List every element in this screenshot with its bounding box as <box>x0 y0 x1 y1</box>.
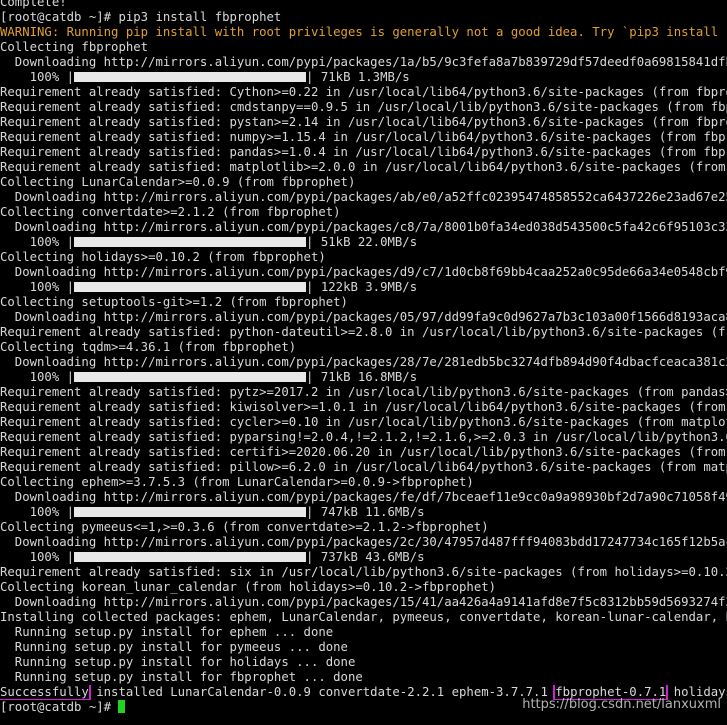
terminal-line: Requirement already satisfied: numpy>=1.… <box>0 130 727 144</box>
successfully-highlight: Successfully <box>0 685 91 700</box>
terminal-line: Collecting korean_lunar_calendar (from h… <box>0 580 497 594</box>
progress-bar <box>74 237 307 247</box>
terminal-line: Requirement already satisfied: Cython>=0… <box>0 85 727 99</box>
terminal-line: Downloading http://mirrors.aliyun.com/py… <box>0 535 727 549</box>
text-cursor <box>118 700 126 713</box>
terminal-line: Requirement already satisfied: pytz>=201… <box>0 385 727 399</box>
terminal-line: Collecting LunarCalendar>=0.0.9 (from fb… <box>0 175 356 189</box>
progress-line: 100% | | 122kB 3.9MB/s <box>0 280 727 295</box>
terminal-line: Downloading http://mirrors.aliyun.com/py… <box>0 355 727 369</box>
terminal-line: Requirement already satisfied: matplotli… <box>0 160 727 174</box>
progress-stats: | 71kB 1.3MB/s <box>306 70 410 84</box>
progress-bar <box>74 282 307 292</box>
terminal-line: Running setup.py install for holidays ..… <box>0 655 356 669</box>
terminal-line: Downloading http://mirrors.aliyun.com/py… <box>0 310 727 324</box>
terminal-line: Downloading http://mirrors.aliyun.com/py… <box>0 595 727 609</box>
terminal-output[interactable]: Complete! [root@catdb ~]# pip3 install fb… <box>0 0 727 715</box>
progress-percent: 100% | <box>0 70 75 84</box>
terminal-line: Collecting fbprophet <box>0 40 149 54</box>
warning-line: WARNING: Running pip install with root p… <box>0 25 727 39</box>
progress-percent: 100% | <box>0 550 75 564</box>
progress-stats: | 747kB 11.6MB/s <box>306 505 425 519</box>
terminal-line: Downloading http://mirrors.aliyun.com/py… <box>0 490 727 504</box>
terminal-line: Requirement already satisfied: cycler>=0… <box>0 415 727 429</box>
progress-bar <box>74 507 307 517</box>
terminal-line: Installing collected packages: ephem, Lu… <box>0 610 727 624</box>
progress-line: 100% | | 737kB 43.6MB/s <box>0 550 727 565</box>
terminal-line: Downloading http://mirrors.aliyun.com/py… <box>0 265 727 279</box>
terminal-line: Requirement already satisfied: pyparsing… <box>0 430 727 444</box>
progress-stats: | 737kB 43.6MB/s <box>306 550 425 564</box>
terminal-line: Running setup.py install for fbprophet .… <box>0 670 363 684</box>
terminal-line: Complete! <box>0 0 67 9</box>
progress-percent: 100% | <box>0 505 75 519</box>
terminal-line: Requirement already satisfied: pandas>=1… <box>0 145 727 159</box>
progress-bar <box>74 552 307 562</box>
terminal-line: Collecting ephem>=3.7.5.3 (from LunarCal… <box>0 475 474 489</box>
terminal-line: Requirement already satisfied: python-da… <box>0 325 727 339</box>
installed-packages-text: installed LunarCalendar-0.0.9 convertdat… <box>88 685 556 699</box>
progress-bar <box>74 72 307 82</box>
progress-stats: | 122kB 3.9MB/s <box>306 280 418 294</box>
terminal-line: Requirement already satisfied: certifi>=… <box>0 445 727 459</box>
terminal-line: Downloading http://mirrors.aliyun.com/py… <box>0 220 727 234</box>
progress-percent: 100% | <box>0 370 75 384</box>
terminal-line: Collecting pymeeus<=1,>=0.3.6 (from conv… <box>0 520 489 534</box>
terminal-line: Requirement already satisfied: pillow>=6… <box>0 460 727 474</box>
progress-percent: 100% | <box>0 235 75 249</box>
progress-percent: 100% | <box>0 280 75 294</box>
terminal-line: Collecting convertdate>=2.1.2 (from fbpr… <box>0 205 341 219</box>
terminal-line: Collecting holidays>=0.10.2 (from fbprop… <box>0 250 326 264</box>
progress-line: 100% | | 71kB 1.3MB/s <box>0 70 727 85</box>
progress-stats: | 71kB 16.8MB/s <box>306 370 418 384</box>
terminal-line: Downloading http://mirrors.aliyun.com/py… <box>0 190 727 204</box>
terminal-line: Requirement already satisfied: cmdstanpy… <box>0 100 727 114</box>
progress-stats: | 51kB 22.0MB/s <box>306 235 418 249</box>
progress-bar <box>74 372 307 382</box>
progress-line: 100% | | 51kB 22.0MB/s <box>0 235 727 250</box>
watermark: https://blog.csdn.net/lanxuxml <box>522 697 721 712</box>
terminal-line: Downloading http://mirrors.aliyun.com/py… <box>0 55 727 69</box>
terminal-line: Running setup.py install for ephem ... d… <box>0 625 334 639</box>
terminal-line: Requirement already satisfied: six in /u… <box>0 565 727 579</box>
progress-line: 100% | | 747kB 11.6MB/s <box>0 505 727 520</box>
terminal-line: Running setup.py install for pymeeus ...… <box>0 640 348 654</box>
terminal-line: Collecting setuptools-git>=1.2 (from fbp… <box>0 295 348 309</box>
terminal-line: Requirement already satisfied: kiwisolve… <box>0 400 727 414</box>
progress-line: 100% | | 71kB 16.8MB/s <box>0 370 727 385</box>
terminal-line: Collecting tqdm>=4.36.1 (from fbprophet) <box>0 340 297 354</box>
prompt-text: [root@catdb ~]# <box>0 700 119 714</box>
terminal-line: Requirement already satisfied: pystan>=2… <box>0 115 727 129</box>
terminal-line: [root@catdb ~]# pip3 install fbprophet <box>0 10 282 24</box>
